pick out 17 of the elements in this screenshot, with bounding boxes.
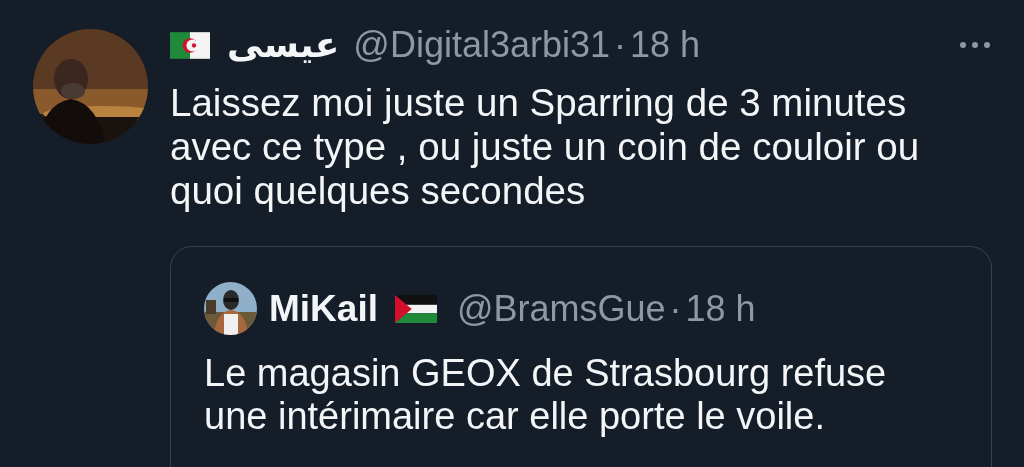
flag-icon: [394, 294, 437, 323]
tweet-text: quoi quelques secondes: [170, 169, 587, 213]
post-time: 18 h: [685, 287, 756, 330]
post-time[interactable]: 18 h: [630, 24, 701, 66]
author-handle[interactable]: @Digital3arbi31: [353, 24, 611, 66]
quoted-tweet-text: Le magasin GEOX de Strasbourg refuse: [204, 352, 888, 395]
separator-dot: ·: [614, 24, 627, 66]
flag-icon: [170, 31, 210, 59]
tweet-text: avec ce type , ou juste un coin de couloir ou: [170, 125, 921, 169]
tweet-text: Laissez moi juste un Sparring de 3 minutes: [170, 81, 908, 125]
author-name[interactable]: عيسى: [227, 24, 340, 66]
quoted-tweet-text: une intérimaire car elle porte le voile.: [204, 395, 826, 438]
quoted-tweet-card[interactable]: MiKail @BramsGue·18 h Le magasin GEOX de Strasbourg refuse une intérimaire car elle porte le voile.: [170, 246, 992, 467]
separator-dot: ·: [669, 287, 682, 330]
quoted-author-handle: @BramsGue: [456, 287, 666, 330]
quoted-author-name: MiKail: [269, 287, 378, 330]
more-icon[interactable]: [958, 40, 992, 50]
